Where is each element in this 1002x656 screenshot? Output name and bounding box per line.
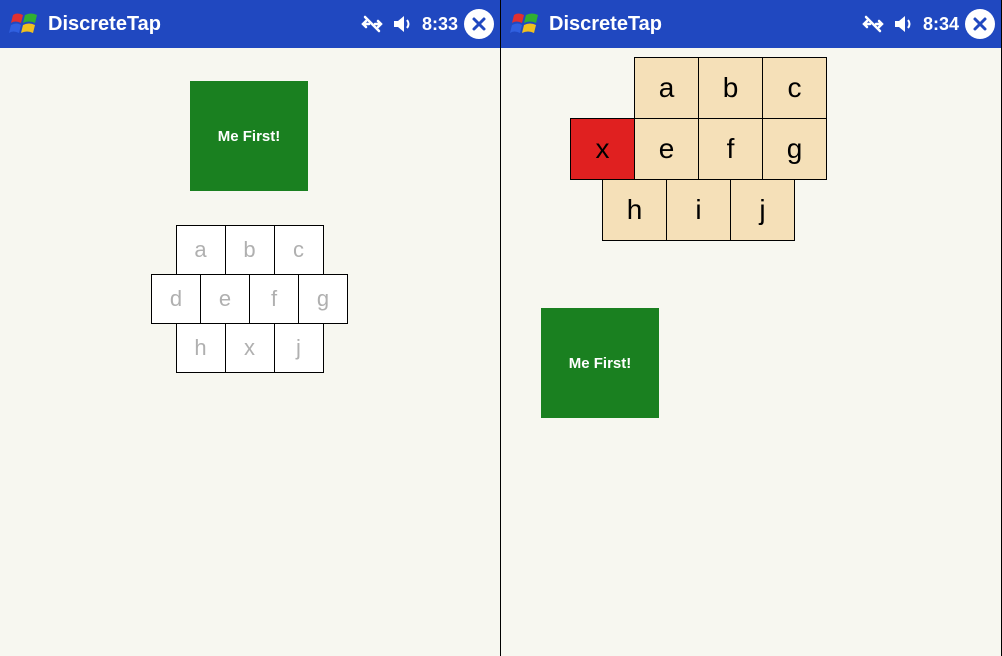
left-device: DiscreteTap 8:33 Me Firs	[0, 0, 501, 656]
grid-cell[interactable]: b	[698, 57, 763, 119]
grid-cell[interactable]: h	[602, 179, 667, 241]
grid-cell[interactable]: e	[200, 274, 250, 324]
key-grid: a b c x e f g h i j	[571, 58, 831, 241]
clock-time: 8:33	[422, 14, 458, 35]
grid-cell[interactable]: b	[225, 225, 275, 275]
speaker-icon	[392, 14, 414, 34]
grid-cell[interactable]: c	[274, 225, 324, 275]
app-title: DiscreteTap	[48, 13, 360, 36]
close-button[interactable]	[965, 9, 995, 39]
titlebar: DiscreteTap 8:33	[0, 0, 500, 48]
close-button[interactable]	[464, 9, 494, 39]
grid-row: x e f g	[571, 119, 831, 180]
canvas-area: a b c x e f g h i j Me First!	[501, 48, 1001, 656]
grid-cell[interactable]: j	[274, 323, 324, 373]
grid-row: h i j	[603, 180, 831, 241]
grid-cell[interactable]: f	[698, 118, 763, 180]
key-grid: a b c d e f g h x j	[150, 226, 350, 373]
grid-cell[interactable]: d	[151, 274, 201, 324]
grid-cell[interactable]: f	[249, 274, 299, 324]
grid-cell[interactable]: x	[225, 323, 275, 373]
windows-logo-icon	[6, 6, 42, 42]
grid-row: a b c	[635, 58, 831, 119]
me-first-button[interactable]: Me First!	[190, 81, 308, 191]
connectivity-icon	[861, 14, 885, 34]
me-first-button[interactable]: Me First!	[541, 308, 659, 418]
grid-cell[interactable]: a	[176, 225, 226, 275]
grid-cell[interactable]: g	[762, 118, 827, 180]
grid-cell[interactable]: i	[666, 179, 731, 241]
grid-cell[interactable]: e	[634, 118, 699, 180]
grid-row: h x j	[150, 324, 350, 373]
titlebar: DiscreteTap 8:34	[501, 0, 1001, 48]
canvas-area: Me First! a b c d e f g h x j	[0, 48, 500, 656]
status-area: 8:33	[360, 14, 458, 35]
status-area: 8:34	[861, 14, 959, 35]
grid-cell[interactable]: h	[176, 323, 226, 373]
app-title: DiscreteTap	[549, 13, 861, 36]
grid-cell-highlighted[interactable]: x	[570, 118, 635, 180]
grid-cell[interactable]: g	[298, 274, 348, 324]
grid-cell[interactable]: a	[634, 57, 699, 119]
grid-row: d e f g	[150, 275, 350, 324]
grid-row: a b c	[150, 226, 350, 275]
windows-logo-icon	[507, 6, 543, 42]
right-device: DiscreteTap 8:34	[501, 0, 1002, 656]
grid-cell[interactable]: j	[730, 179, 795, 241]
connectivity-icon	[360, 14, 384, 34]
speaker-icon	[893, 14, 915, 34]
clock-time: 8:34	[923, 14, 959, 35]
grid-cell[interactable]: c	[762, 57, 827, 119]
